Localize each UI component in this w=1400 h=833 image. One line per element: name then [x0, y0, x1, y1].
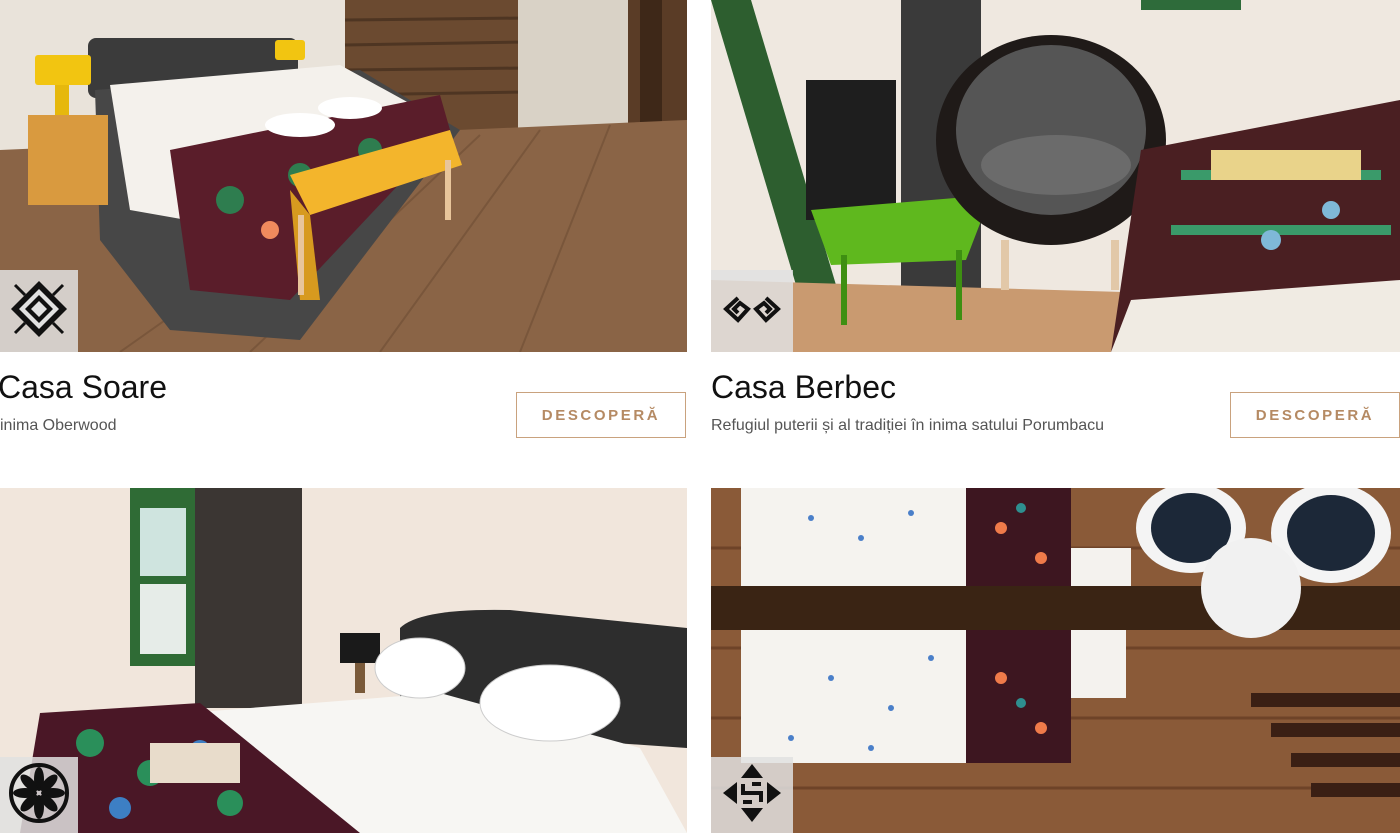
discover-button[interactable]: DESCOPERĂ: [516, 392, 686, 438]
swirl-motif-icon: [721, 762, 783, 829]
discover-button[interactable]: DESCOPERĂ: [1230, 392, 1400, 438]
badge: [0, 270, 78, 352]
accommodation-grid: Casa Soare inima Oberwood DESCOPERĂ Casa…: [0, 0, 1400, 833]
accommodation-card[interactable]: [0, 488, 687, 833]
card-title[interactable]: Casa Soare: [0, 369, 167, 406]
sun-motif-icon: [9, 279, 69, 344]
card-info: Casa Soare inima Oberwood DESCOPERĂ: [0, 352, 687, 488]
accommodation-card[interactable]: [711, 488, 1400, 833]
room-photo[interactable]: [711, 488, 1400, 833]
room-photo[interactable]: [0, 488, 687, 833]
badge: [711, 757, 793, 833]
badge: [711, 270, 793, 352]
room-photo[interactable]: [711, 0, 1400, 352]
accommodation-card-casa-soare[interactable]: Casa Soare inima Oberwood DESCOPERĂ: [0, 0, 687, 488]
rosette-motif-icon: [8, 762, 70, 829]
room-photo-image: [711, 0, 1400, 352]
bedroom-photo-image: [0, 0, 687, 352]
card-subtitle: Refugiul puterii și al tradiției în inim…: [711, 417, 1105, 434]
accommodation-card-casa-berbec[interactable]: Casa Berbec Refugiul puterii și al tradi…: [711, 0, 1400, 488]
ram-horns-motif-icon: [722, 294, 782, 329]
bedroom-photo-image: [0, 488, 687, 833]
card-subtitle: inima Oberwood: [0, 417, 117, 434]
room-photo[interactable]: [0, 0, 687, 352]
card-info: Casa Berbec Refugiul puterii și al tradi…: [711, 352, 1400, 488]
card-title[interactable]: Casa Berbec: [711, 369, 896, 406]
badge: [0, 757, 78, 833]
room-photo-image: [711, 488, 1400, 833]
